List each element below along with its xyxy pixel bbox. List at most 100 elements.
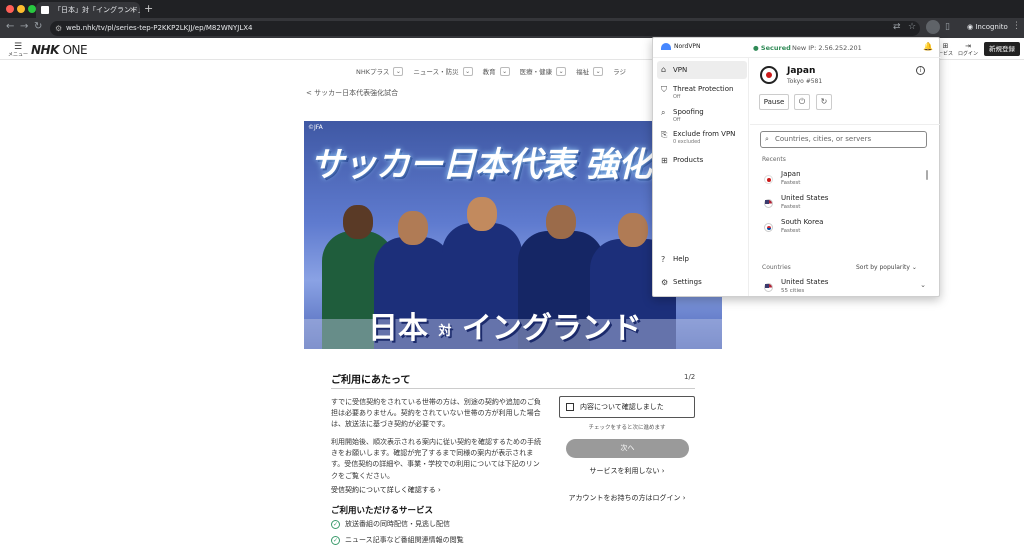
nav-products[interactable]: ⊞ Products [657, 156, 747, 165]
chevron-down-icon[interactable]: ⌄ [499, 66, 510, 76]
search-icon: ⌕ [765, 135, 769, 143]
spoofing-icon: ⌕ [661, 108, 666, 117]
chevron-down-icon[interactable]: ⌄ [462, 66, 473, 76]
next-button[interactable]: 次へ [566, 439, 689, 458]
nav-exclude-from-vpn[interactable]: ⎘ Exclude from VPN 0 excluded [657, 130, 747, 145]
signup-button[interactable]: 新規登録 [984, 42, 1020, 56]
server-sub: Fastest [781, 204, 801, 210]
terms-paragraph-2: 利用開始後、順次表示される案内に従い契約を確認するための手続きをお願いします。確… [331, 438, 541, 480]
nav-threat-protection[interactable]: ⛉ Threat Protection Off [657, 85, 747, 100]
minimize-window-button[interactable] [17, 5, 25, 13]
nav-spoofing[interactable]: ⌕ Spoofing Off [657, 108, 747, 123]
tab-title: 「日本」対「イングランド」| [54, 6, 140, 14]
nav-label: Products [673, 156, 704, 164]
browser-tab[interactable]: 「日本」対「イングランド」| × [36, 2, 140, 18]
side-panel-icon[interactable]: ▯ [945, 22, 950, 32]
sort-dropdown[interactable]: Sort by popularity ⌄ [856, 264, 917, 271]
recent-server-item[interactable]: South Korea Fastest [762, 218, 932, 238]
account-login-link[interactable]: アカウントをお持ちの方はログイン › [559, 493, 695, 503]
category-item[interactable]: ラジ [613, 66, 626, 76]
reload-icon[interactable]: ↻ [34, 21, 42, 32]
nhk-one-logo[interactable]: NHK ONE [31, 43, 88, 57]
browser-toolbar: ← → ↻ ⚙ web.nhk/tv/pl/series-tep-P2KKP2L… [0, 18, 1024, 38]
breadcrumb[interactable]: < サッカー日本代表強化試合 [306, 88, 398, 98]
address-bar[interactable]: ⚙ web.nhk/tv/pl/series-tep-P2KKP2LKJJ/ep… [50, 21, 920, 36]
category-label: 教育 [482, 68, 496, 76]
login-icon: ⇥ [965, 42, 971, 50]
server-name: United States [781, 194, 829, 202]
country-name: United States [781, 278, 829, 286]
country-sub: 55 cities [781, 288, 805, 294]
nordvpn-extension-icon[interactable] [926, 20, 940, 34]
server-search-input[interactable]: ⌕ Countries, cities, or servers [760, 131, 927, 148]
menu-button[interactable]: ☰ メニュー [8, 42, 28, 58]
japan-flag-icon [760, 66, 778, 84]
contract-details-link[interactable]: 受信契約について詳しく確認する › [331, 485, 441, 495]
translate-icon[interactable]: ⇄ [893, 22, 901, 32]
gear-icon: ⚙ [661, 278, 669, 287]
copyright-label: ©JFA [308, 124, 323, 131]
chevron-down-icon[interactable]: ⌄ [920, 281, 926, 289]
server-name: South Korea [781, 218, 824, 226]
menu-label: メニュー [8, 52, 29, 58]
zoom-window-button[interactable] [28, 5, 36, 13]
nav-vpn[interactable]: ⌂ VPN [657, 61, 747, 79]
chevron-down-icon[interactable]: ⌄ [593, 66, 604, 76]
reconnect-icon[interactable]: ↻ [816, 94, 832, 110]
chevron-down-icon[interactable]: ⌄ [556, 66, 567, 76]
nordvpn-popup: NordVPN ● Secured New IP: 2.56.252.201 🔔… [652, 37, 941, 298]
browser-menu-icon[interactable]: ⋮ [1012, 21, 1021, 31]
vpn-header: NordVPN ● Secured New IP: 2.56.252.201 🔔 [653, 38, 941, 58]
home-icon: ⌂ [661, 65, 667, 74]
match-title: 日本 対 イングランド [368, 303, 642, 347]
nav-label: Exclude from VPN [673, 130, 736, 138]
nav-label: Threat Protection [673, 85, 734, 93]
service-item: ✓ ニュース記事など番組関連情報の閲覧 [331, 535, 464, 545]
incognito-indicator[interactable]: ◉ Incognito [967, 21, 1008, 34]
recent-server-item[interactable]: Japan Fastest [762, 170, 932, 190]
category-item[interactable]: 教育 ⌄ [483, 66, 510, 76]
info-icon[interactable]: i [916, 66, 925, 75]
divider [750, 124, 940, 125]
bell-icon[interactable]: 🔔 [923, 42, 933, 51]
pause-button[interactable]: Pause [759, 94, 789, 110]
new-tab-button[interactable]: + [144, 2, 153, 15]
check-circle-icon: ✓ [331, 535, 340, 545]
chevron-down-icon[interactable]: ⌄ [393, 66, 404, 76]
nav-settings[interactable]: ⚙ Settings [657, 278, 747, 287]
services-title: ご利用いただけるサービス [331, 506, 434, 516]
category-item[interactable]: 医療・健康 ⌄ [520, 66, 567, 76]
category-item[interactable]: ニュース・防災 ⌄ [413, 66, 473, 76]
recents-label: Recents [762, 156, 786, 163]
confirm-checkbox[interactable]: 内容について確認しました [559, 396, 695, 418]
vpn-sidebar: ⌂ VPN ⛉ Threat Protection Off ⌕ Spoofing Off … [653, 58, 749, 296]
back-arrow-icon[interactable]: ← [6, 21, 14, 32]
modal-title: ご利用にあたって [331, 375, 411, 386]
tab-close-icon[interactable]: × [129, 2, 136, 18]
category-item[interactable]: 福祉 ⌄ [576, 66, 604, 76]
brand-label: NordVPN [674, 43, 701, 50]
service-label: ニュース記事など番組関連情報の閲覧 [345, 536, 464, 544]
us-flag-icon [764, 199, 773, 208]
checkbox-icon[interactable] [566, 403, 574, 411]
logo-one: ONE [62, 43, 88, 57]
split-tunnel-icon: ⎘ [661, 130, 668, 139]
connected-server: Tokyo #581 [787, 78, 823, 85]
no-use-link[interactable]: サービスを利用しない › [559, 466, 695, 476]
service-item: ✓ 放送番組の同時配信・見逃し配信 [331, 519, 450, 529]
recent-server-item[interactable]: United States Fastest [762, 194, 932, 214]
nav-label: Settings [673, 278, 702, 286]
nav-help[interactable]: ? Help [657, 255, 747, 264]
site-settings-icon[interactable]: ⚙ [55, 21, 62, 36]
category-label: ニュース・防災 [413, 68, 459, 76]
modal-page-indicator: 1/2 [684, 373, 696, 381]
close-window-button[interactable] [6, 5, 14, 13]
bookmark-star-icon[interactable]: ☆ [908, 22, 916, 32]
country-item[interactable]: United States 55 cities ⌄ [762, 278, 932, 298]
disconnect-power-icon[interactable]: ⏻ [794, 94, 810, 110]
confirm-label: 内容について確認しました [580, 403, 664, 411]
category-item[interactable]: NHKプラス ⌄ [356, 66, 404, 76]
nav-sublabel: Off [673, 94, 681, 100]
forward-arrow-icon[interactable]: → [20, 21, 28, 32]
login-button[interactable]: ⇥ ログイン [958, 42, 978, 57]
